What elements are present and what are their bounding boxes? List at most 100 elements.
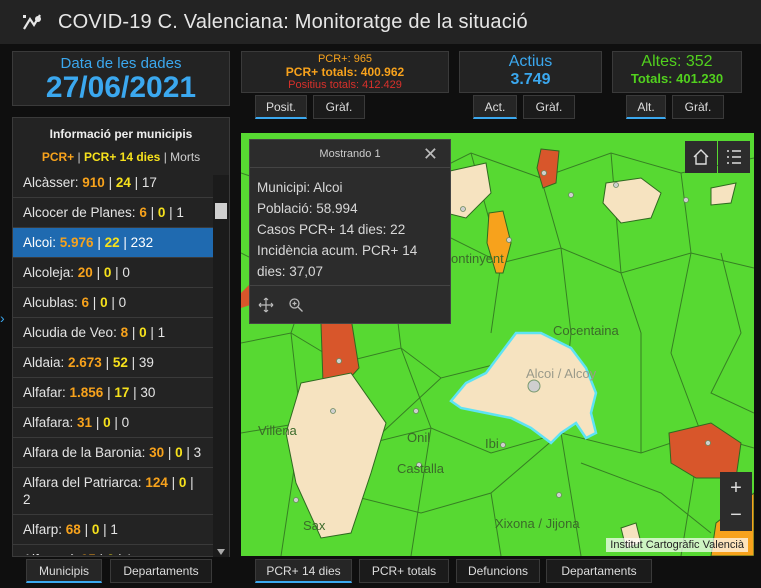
pcr-value: 68 xyxy=(65,522,81,537)
map-label: Alcoi / Alcoy xyxy=(526,366,597,381)
tab-departaments-left[interactable]: Departaments xyxy=(110,559,212,583)
municipi-name: Alcoleja: xyxy=(23,265,78,280)
morts-value: 1 xyxy=(157,325,166,340)
list-item[interactable]: Alfara del Patriarca: 124 | 0 | 2 xyxy=(13,467,213,514)
municipi-name: Alfarrasí: xyxy=(23,552,81,555)
positius-total: Positius totals: 412.429 xyxy=(288,79,402,91)
list-item[interactable]: Alfarp: 68 | 0 | 1 xyxy=(13,514,213,544)
popup-body: Municipi: Alcoi Població: 58.994 Casos P… xyxy=(250,168,450,291)
chevron-left-icon[interactable]: › xyxy=(0,310,5,326)
list-scrollbar[interactable] xyxy=(213,175,229,557)
list-item[interactable]: Aldaia: 2.673 | 52 | 39 xyxy=(13,347,213,377)
list-item[interactable]: Alcàsser: 910 | 24 | 17 xyxy=(13,175,213,197)
tab-graf-pcr[interactable]: Gràf. xyxy=(313,95,365,119)
separator: | xyxy=(164,445,176,460)
morts-value: 30 xyxy=(140,385,156,400)
map-label: Castalla xyxy=(397,461,444,476)
tab-act[interactable]: Act. xyxy=(473,95,517,119)
list-item[interactable]: Alfara de la Baronia: 30 | 0 | 3 xyxy=(13,437,213,467)
separator: | xyxy=(165,205,177,220)
altes-panel: Altes: 352 Totals: 401.230 xyxy=(612,51,742,93)
scroll-arrow-icon[interactable] xyxy=(217,549,225,555)
zoom-out-button[interactable]: − xyxy=(720,499,752,531)
date-value: 27/06/2021 xyxy=(45,71,197,104)
separator: | xyxy=(130,175,142,190)
municipi-name: Alfara del Patriarca: xyxy=(23,475,146,490)
popup-line: Incidència acum. PCR+ 14 xyxy=(257,243,418,258)
list-item[interactable]: Alcudia de Veo: 8 | 0 | 1 xyxy=(13,317,213,347)
map-label: Ibi xyxy=(485,436,499,451)
morts-value: 17 xyxy=(141,175,157,190)
actius-value: 3.749 xyxy=(510,71,551,88)
app-header: COVID-19 C. Valenciana: Monitoratge de l… xyxy=(0,0,761,44)
separator: | xyxy=(110,415,122,430)
pcr-value: 8 xyxy=(120,325,129,340)
popup-line: Municipi: Alcoi xyxy=(257,180,343,195)
separator: | xyxy=(119,235,131,250)
pcr-value: 31 xyxy=(77,415,93,430)
municipi-name: Aldaia: xyxy=(23,355,69,370)
municipis-list[interactable]: Alcàsser: 910 | 24 | 17 Alcocer de Planes… xyxy=(13,175,213,555)
virus-logo-icon xyxy=(23,14,41,30)
pcr14-value: 0 xyxy=(175,445,183,460)
pcr-value: 6 xyxy=(81,295,90,310)
tab-alt[interactable]: Alt. xyxy=(626,95,666,119)
municipi-name: Alfara de la Baronia: xyxy=(23,445,150,460)
altes-label: Altes: 352 xyxy=(641,53,713,70)
list-item[interactable]: Alcoleja: 20 | 0 | 0 xyxy=(13,257,213,287)
separator: | xyxy=(104,175,116,190)
tab-graf-act[interactable]: Gràf. xyxy=(523,95,575,119)
pcr14-value: 22 xyxy=(104,235,120,250)
separator: | xyxy=(99,522,111,537)
tab-pcr14[interactable]: PCR+ 14 dies xyxy=(255,559,352,583)
municipi-name: Alcudia de Veo: xyxy=(23,325,121,340)
actius-panel: Actius 3.749 xyxy=(459,51,602,93)
scrollbar-thumb[interactable] xyxy=(215,203,227,219)
map-label: Xixona / Jijona xyxy=(495,516,580,531)
morts-value: 0 xyxy=(118,295,127,310)
tab-municipis[interactable]: Municipis xyxy=(26,559,102,583)
date-panel: Data de les dades 27/06/2021 xyxy=(12,51,230,106)
home-icon[interactable] xyxy=(685,141,717,173)
map-label: Cocentaina xyxy=(553,323,619,338)
separator: | xyxy=(107,295,119,310)
popup-line: Casos PCR+ 14 dies: 22 xyxy=(257,222,406,237)
pcr14-value: 0 xyxy=(139,325,147,340)
morts-value: 232 xyxy=(130,235,154,250)
pcr14-value: 24 xyxy=(115,175,131,190)
separator: | xyxy=(146,325,158,340)
map-view[interactable]: ontinyent Cocentaina Alcoi / Alcoy Ville… xyxy=(241,133,754,556)
list-item[interactable]: Alcoi: 5.976 | 22 | 232 xyxy=(13,227,213,257)
separator: | xyxy=(146,205,158,220)
pcr-value: 30 xyxy=(149,445,165,460)
separator: | xyxy=(128,325,140,340)
morts-value: 1 xyxy=(125,552,133,555)
tab-defuncions[interactable]: Defuncions xyxy=(456,559,540,583)
separator: | xyxy=(127,355,139,370)
zoom-to-icon[interactable] xyxy=(288,297,304,313)
municipi-name: Alfafar: xyxy=(23,385,70,400)
map-attribution: Institut Cartogràfic Valencià xyxy=(606,538,748,552)
move-icon[interactable] xyxy=(258,297,274,313)
legend-sep: | xyxy=(74,150,84,164)
tab-graf-alt[interactable]: Gràf. xyxy=(672,95,724,119)
separator: | xyxy=(186,475,194,490)
list-item[interactable]: Alfarrasí: 95 | 2 | 1 xyxy=(13,544,213,555)
separator: | xyxy=(92,415,104,430)
separator: | xyxy=(111,265,123,280)
tab-pcr-totals[interactable]: PCR+ totals xyxy=(359,559,449,583)
tab-posit[interactable]: Posit. xyxy=(255,95,307,119)
morts-value: 1 xyxy=(176,205,184,220)
close-icon[interactable]: ✕ xyxy=(423,144,438,165)
popup-footer xyxy=(250,285,450,323)
list-item[interactable]: Alfafara: 31 | 0 | 0 xyxy=(13,407,213,437)
list-item[interactable]: Alfafar: 1.856 | 17 | 30 xyxy=(13,377,213,407)
list-icon[interactable] xyxy=(718,141,750,173)
tab-departaments-map[interactable]: Departaments xyxy=(546,559,652,583)
separator: | xyxy=(93,235,105,250)
morts-value: 39 xyxy=(138,355,154,370)
list-item[interactable]: Alcublas: 6 | 0 | 0 xyxy=(13,287,213,317)
date-label: Data de les dades xyxy=(60,55,182,72)
list-item[interactable]: Alcocer de Planes: 6 | 0 | 1 xyxy=(13,197,213,227)
pcr-value: 1.856 xyxy=(69,385,104,400)
